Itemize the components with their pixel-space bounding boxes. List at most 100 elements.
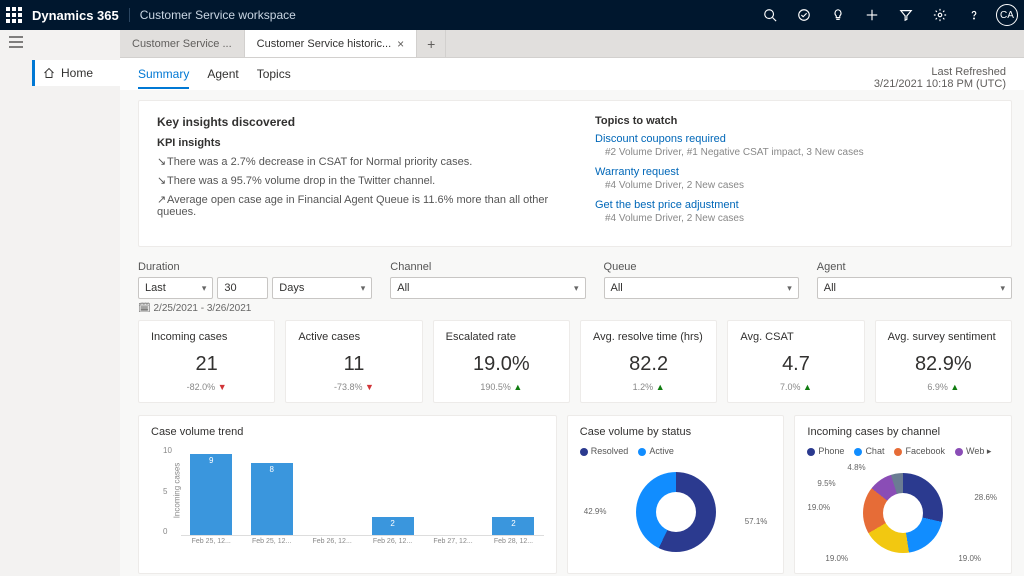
subtab-agent[interactable]: Agent bbox=[207, 67, 238, 89]
brand-label: Dynamics 365 bbox=[32, 8, 119, 23]
sub-tabs: Summary Agent Topics bbox=[138, 67, 291, 89]
chevron-down-icon: ▾ bbox=[787, 283, 792, 294]
duration-unit-select[interactable]: Days▾ bbox=[272, 277, 372, 299]
filter-label: Duration bbox=[138, 261, 372, 273]
chart-row-1: Case volume trend Incoming cases 1050 98… bbox=[138, 415, 1012, 574]
trend-down-icon: ▼ bbox=[365, 382, 374, 392]
refresh-label: Last Refreshed bbox=[874, 66, 1006, 78]
legend-dot-icon bbox=[894, 448, 902, 456]
queue-select[interactable]: All▾ bbox=[604, 277, 799, 299]
search-icon[interactable] bbox=[758, 3, 782, 27]
kpi-avg-csat: Avg. CSAT 4.7 7.0% ▲ bbox=[727, 320, 864, 403]
kpi-title: Avg. CSAT bbox=[740, 331, 851, 343]
sidebar-item-label: Home bbox=[61, 66, 93, 80]
tab-add[interactable] bbox=[417, 30, 446, 57]
kpi-row: Incoming cases 21 -82.0% ▼ Active cases … bbox=[138, 320, 1012, 403]
hamburger-icon[interactable] bbox=[9, 36, 23, 51]
chevron-down-icon: ▾ bbox=[574, 283, 579, 294]
donut bbox=[863, 473, 943, 553]
insights-card: Key insights discovered KPI insights ↘Th… bbox=[138, 100, 1012, 247]
trend-up-icon: ▲ bbox=[513, 382, 522, 392]
agent-select[interactable]: All▾ bbox=[817, 277, 1012, 299]
legend-dot-icon bbox=[807, 448, 815, 456]
filter-icon[interactable] bbox=[894, 3, 918, 27]
lightbulb-icon[interactable] bbox=[826, 3, 850, 27]
topic-link-3[interactable]: Get the best price adjustment bbox=[595, 199, 993, 211]
topic-link-2[interactable]: Warranty request bbox=[595, 166, 993, 178]
chart-title: Case volume by status bbox=[580, 426, 772, 438]
filter-label: Channel bbox=[390, 261, 585, 273]
last-refreshed: Last Refreshed 3/21/2021 10:18 PM (UTC) bbox=[874, 66, 1006, 90]
kpi-delta: 190.5% ▲ bbox=[446, 382, 557, 392]
top-bar-left: Dynamics 365 Customer Service workspace bbox=[6, 7, 296, 23]
kpi-insight-1: ↘There was a 2.7% decrease in CSAT for N… bbox=[157, 155, 555, 168]
trend-down-icon: ▼ bbox=[218, 382, 227, 392]
subtab-summary[interactable]: Summary bbox=[138, 67, 189, 89]
kpi-value: 82.9% bbox=[888, 353, 999, 376]
chart-case-volume-status: Case volume by status Resolved Active 57… bbox=[567, 415, 785, 574]
duration-mode-select[interactable]: Last▾ bbox=[138, 277, 213, 299]
add-icon[interactable] bbox=[860, 3, 884, 27]
topic-link-1[interactable]: Discount coupons required bbox=[595, 133, 993, 145]
kpi-title: Active cases bbox=[298, 331, 409, 343]
kpi-delta: -82.0% ▼ bbox=[151, 382, 262, 392]
slice-label: 42.9% bbox=[584, 507, 607, 516]
close-icon[interactable]: × bbox=[397, 37, 404, 51]
chevron-down-icon: ▾ bbox=[1000, 283, 1005, 294]
legend: Phone Chat Facebook Web ▸ bbox=[807, 446, 999, 457]
kpi-avg-resolve-time: Avg. resolve time (hrs) 82.2 1.2% ▲ bbox=[580, 320, 717, 403]
insights-topics-col: Topics to watch Discount coupons require… bbox=[595, 115, 993, 232]
legend-dot-icon bbox=[854, 448, 862, 456]
filter-agent: Agent All▾ bbox=[817, 261, 1012, 314]
donut-chart: 57.1% 42.9% bbox=[580, 462, 772, 562]
chevron-down-icon: ▾ bbox=[361, 283, 366, 294]
slice-label: 19.0% bbox=[958, 554, 981, 563]
tab-historic-analytics[interactable]: Customer Service historic... × bbox=[245, 30, 418, 57]
sidebar: Home bbox=[32, 30, 120, 576]
sub-header: Summary Agent Topics Last Refreshed 3/21… bbox=[120, 58, 1024, 90]
filter-queue: Queue All▾ bbox=[604, 261, 799, 314]
bar: 2 bbox=[372, 517, 414, 535]
topic-meta-1: #2 Volume Driver, #1 Negative CSAT impac… bbox=[605, 147, 993, 158]
home-icon bbox=[43, 67, 55, 79]
kpi-avg-sentiment: Avg. survey sentiment 82.9% 6.9% ▲ bbox=[875, 320, 1012, 403]
kpi-title: Escalated rate bbox=[446, 331, 557, 343]
filter-row: Duration Last▾ 30 Days▾ 2/25/2021 - 3/26… bbox=[138, 261, 1012, 314]
kpi-delta: 7.0% ▲ bbox=[740, 382, 851, 392]
kpi-escalated-rate: Escalated rate 19.0% 190.5% ▲ bbox=[433, 320, 570, 403]
slice-label: 9.5% bbox=[817, 479, 835, 488]
app-launcher-icon[interactable] bbox=[6, 7, 22, 23]
insights-title: Key insights discovered bbox=[157, 115, 555, 129]
kpi-title: Avg. resolve time (hrs) bbox=[593, 331, 704, 343]
tab-customer-service[interactable]: Customer Service ... bbox=[120, 30, 245, 57]
content-scroll[interactable]: Key insights discovered KPI insights ↘Th… bbox=[120, 90, 1024, 576]
help-icon[interactable] bbox=[962, 3, 986, 27]
sidebar-item-home[interactable]: Home bbox=[32, 60, 120, 86]
kpi-delta: 6.9% ▲ bbox=[888, 382, 999, 392]
bar: 2 bbox=[492, 517, 534, 535]
duration-number-input[interactable]: 30 bbox=[217, 277, 268, 299]
bar: 8 bbox=[251, 463, 293, 535]
filter-duration: Duration Last▾ 30 Days▾ 2/25/2021 - 3/26… bbox=[138, 261, 372, 314]
kpi-delta: 1.2% ▲ bbox=[593, 382, 704, 392]
channel-select[interactable]: All▾ bbox=[390, 277, 585, 299]
chart-case-volume-trend: Case volume trend Incoming cases 1050 98… bbox=[138, 415, 557, 574]
settings-icon[interactable] bbox=[928, 3, 952, 27]
task-icon[interactable] bbox=[792, 3, 816, 27]
legend-dot-icon bbox=[638, 448, 646, 456]
filter-label: Queue bbox=[604, 261, 799, 273]
legend-dot-icon bbox=[955, 448, 963, 456]
kpi-incoming-cases: Incoming cases 21 -82.0% ▼ bbox=[138, 320, 275, 403]
trend-up-icon: ▲ bbox=[950, 382, 959, 392]
topics-title: Topics to watch bbox=[595, 115, 993, 127]
top-bar-right: CA bbox=[758, 3, 1018, 27]
main: Customer Service ... Customer Service hi… bbox=[120, 30, 1024, 576]
user-avatar[interactable]: CA bbox=[996, 4, 1018, 26]
y-ticks: 1050 bbox=[163, 446, 172, 536]
topic-meta-3: #4 Volume Driver, 2 New cases bbox=[605, 213, 993, 224]
donut-chart: 28.6% 19.0% 19.0% 19.0% 9.5% 4.8% bbox=[807, 463, 999, 563]
subtab-topics[interactable]: Topics bbox=[257, 67, 291, 89]
kpi-value: 4.7 bbox=[740, 353, 851, 376]
y-axis-label: Incoming cases bbox=[172, 463, 181, 519]
kpi-title: Avg. survey sentiment bbox=[888, 331, 999, 343]
